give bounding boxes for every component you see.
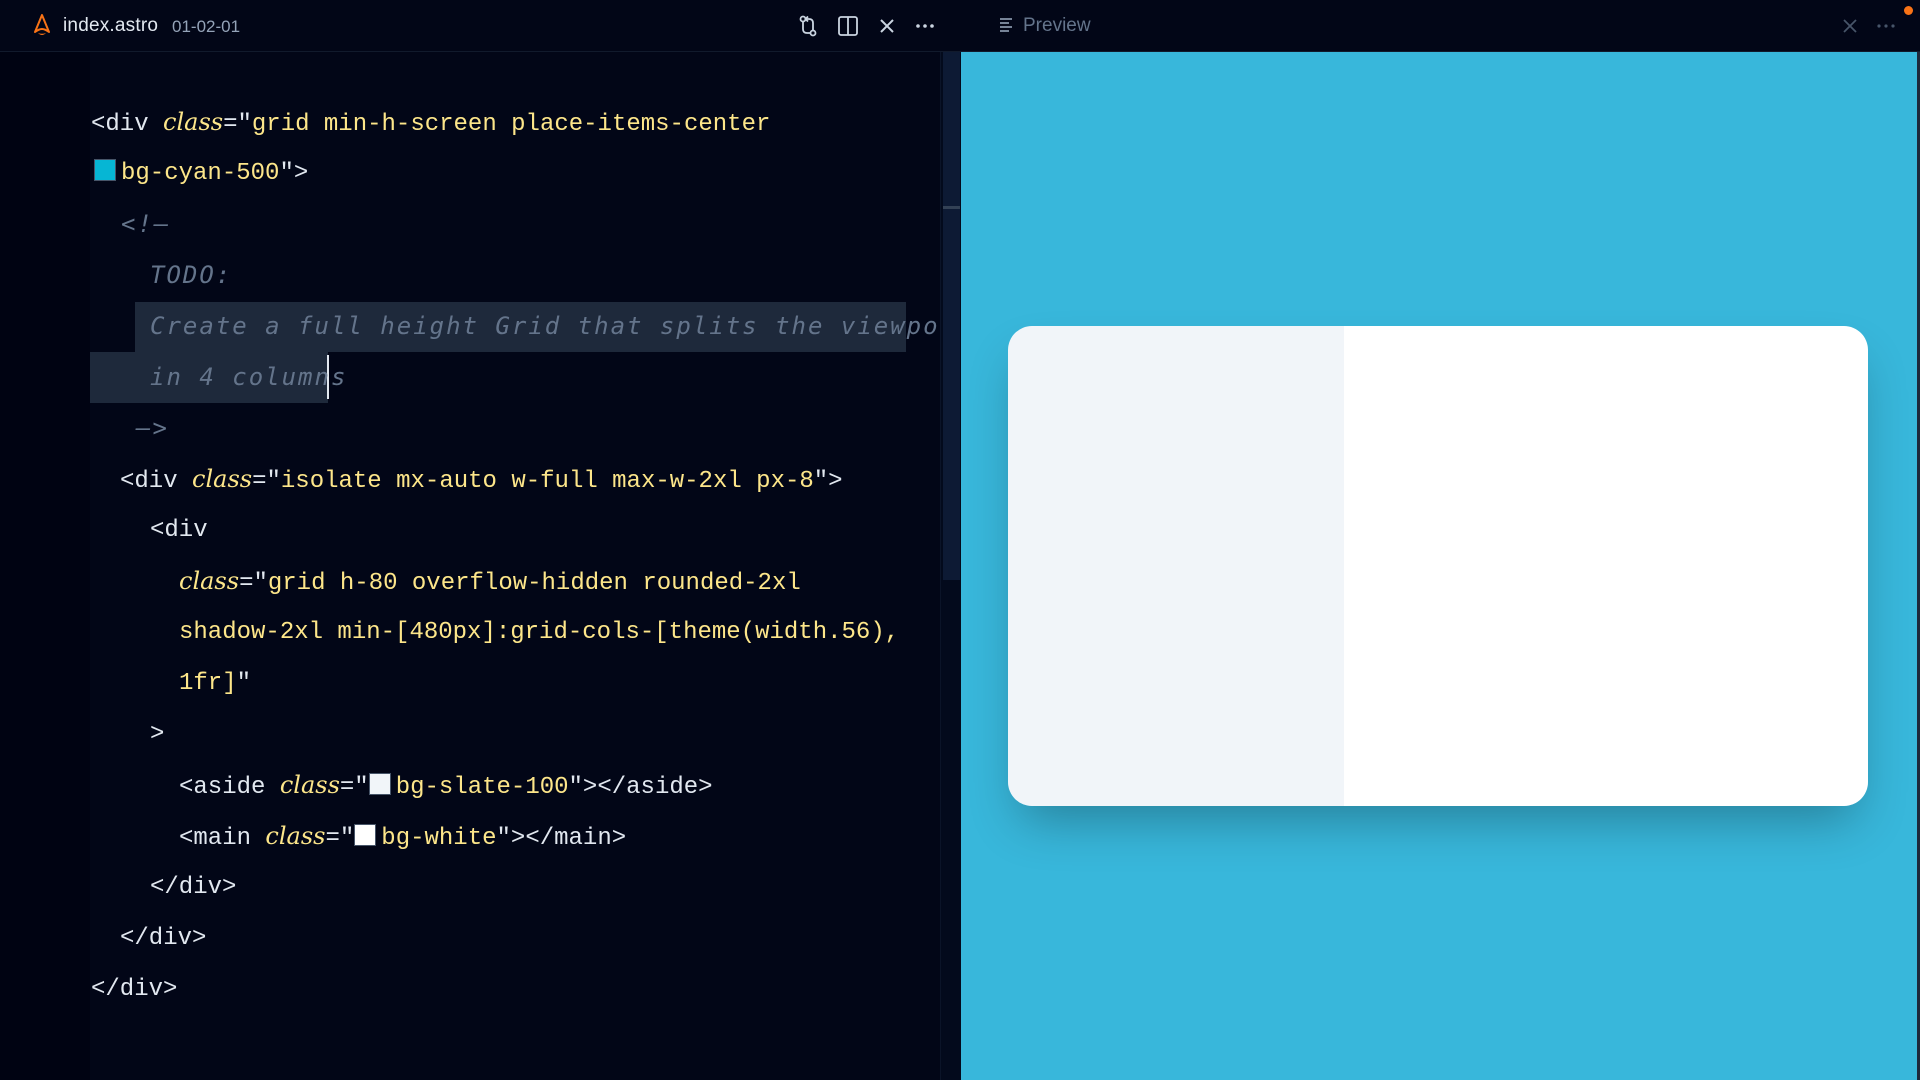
preview-list-icon xyxy=(999,16,1015,34)
code-token: class xyxy=(179,567,240,595)
scrollbar-thumb[interactable] xyxy=(943,52,960,580)
color-swatch-white[interactable] xyxy=(354,824,377,846)
code-line: class="grid h-80 overflow-hidden rounded… xyxy=(179,556,801,607)
code-token: grid min-h-screen place-items-center xyxy=(251,111,771,138)
preview-main xyxy=(1344,326,1868,806)
split-editor-icon[interactable] xyxy=(835,13,861,39)
preview-grid-card xyxy=(1008,326,1868,806)
preview-aside xyxy=(1008,326,1344,806)
code-line: —> xyxy=(136,414,169,442)
code-line: <!— xyxy=(121,210,171,238)
close-icon[interactable] xyxy=(874,13,900,39)
preview-more-icon[interactable] xyxy=(1874,14,1898,38)
code-token: bg-white xyxy=(381,825,497,852)
code-token: <aside xyxy=(179,774,280,801)
code-token: bg-cyan-500 xyxy=(121,160,280,187)
code-token: "> xyxy=(279,160,309,187)
code-token: =" xyxy=(339,774,369,801)
source-control-icon[interactable] xyxy=(795,13,821,39)
code-token: bg-slate-100 xyxy=(395,774,569,801)
code-token: "></main> xyxy=(496,825,627,852)
code-line: <main class=" bg-white"></main> xyxy=(179,811,626,862)
code-token: grid h-80 overflow-hidden rounded-2xl xyxy=(267,570,801,597)
more-icon[interactable] xyxy=(912,13,938,39)
code-token: <div xyxy=(120,468,193,495)
code-editor[interactable]: <div class="grid min-h-screen place-item… xyxy=(0,52,940,1080)
code-line: > xyxy=(150,721,165,748)
preview-close-icon[interactable] xyxy=(1838,14,1862,38)
astro-file-icon xyxy=(32,14,52,38)
code-line: <aside class=" bg-slate-100"></aside> xyxy=(179,760,713,811)
code-token: 1fr] xyxy=(179,670,237,697)
code-line: TODO: xyxy=(150,261,233,289)
editor-scrollbar[interactable] xyxy=(940,52,961,1080)
color-swatch-slate-100[interactable] xyxy=(368,773,391,795)
scrollbar-cursor-marker xyxy=(943,206,960,209)
code-token: class xyxy=(192,465,253,493)
code-line: </div> xyxy=(91,976,178,1003)
code-line: </div> xyxy=(150,874,237,901)
notification-dot xyxy=(1904,6,1913,15)
code-line: </div> xyxy=(120,925,207,952)
tab-filename[interactable]: index.astro xyxy=(63,15,158,37)
code-line: in 4 columns xyxy=(150,363,348,391)
code-token: =" xyxy=(252,468,281,495)
code-line: Create a full height Grid that splits th… xyxy=(150,312,940,340)
color-swatch-cyan-500[interactable] xyxy=(94,159,116,181)
editor-gutter xyxy=(0,52,90,1080)
code-line: 1fr]" xyxy=(179,658,251,709)
preview-pane xyxy=(961,52,1917,1080)
code-token: <div xyxy=(91,111,164,138)
code-line: <div xyxy=(150,517,208,544)
code-token: "></aside> xyxy=(568,774,713,801)
code-line: <div class="grid min-h-screen place-item… xyxy=(91,97,770,148)
preview-title[interactable]: Preview xyxy=(1023,15,1091,37)
code-line: bg-cyan-500"> xyxy=(94,148,308,199)
code-token: class xyxy=(163,108,224,136)
code-token: =" xyxy=(325,825,355,852)
code-token: "> xyxy=(813,468,843,495)
code-token: =" xyxy=(239,570,268,597)
code-token: class xyxy=(265,822,326,850)
code-token: isolate mx-auto w-full max-w-2xl px-8 xyxy=(280,468,814,495)
code-token: <main xyxy=(179,825,266,852)
code-token: class xyxy=(279,771,340,799)
code-token: " xyxy=(236,670,252,697)
preview-tab-bar: Preview xyxy=(961,0,1920,52)
code-line: shadow-2xl min-[480px]:grid-cols-[theme(… xyxy=(179,619,900,646)
tab-subtitle: 01-02-01 xyxy=(172,17,241,36)
editor-tab-bar: index.astro 01-02-01 xyxy=(0,0,961,52)
code-token: =" xyxy=(223,111,252,138)
code-line: <div class="isolate mx-auto w-full max-w… xyxy=(120,454,843,505)
